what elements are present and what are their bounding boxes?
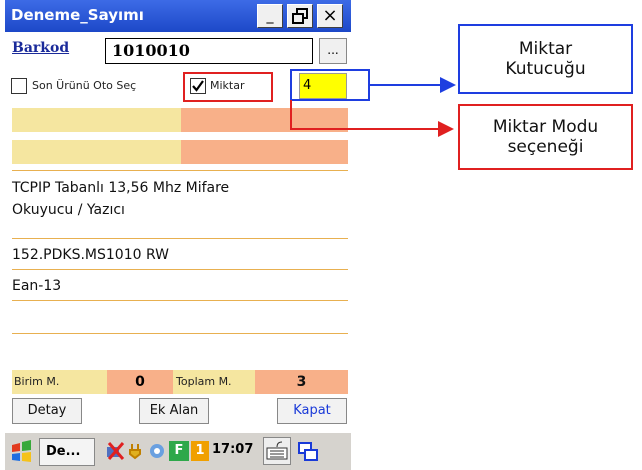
miktar-modu-callout: Miktar Modu seçeneği — [458, 104, 633, 170]
birim-label: Birim M. — [14, 375, 60, 388]
title-bar: Deneme_Sayımı _ × — [5, 0, 351, 32]
network-icon[interactable] — [105, 441, 125, 461]
son-urunu-checkbox[interactable] — [11, 78, 27, 94]
son-urunu-label: Son Ürünü Oto Seç — [32, 79, 137, 92]
task-button[interactable]: De... — [39, 438, 95, 466]
callout-line: Miktar Modu — [492, 117, 599, 137]
blue-arrow-line — [370, 84, 443, 86]
miktar-box-highlight — [290, 69, 370, 101]
callout-line: seçeneği — [507, 137, 584, 157]
birim-cell: Birim M. — [12, 370, 107, 394]
barkod-input[interactable]: 1010010 — [105, 38, 313, 64]
product-code: 152.PDKS.MS1010 RW — [12, 247, 169, 263]
info-cell-1 — [12, 108, 181, 132]
info-cell-3 — [12, 140, 181, 164]
blue-arrow-head-icon — [440, 77, 456, 93]
info-cell-4 — [181, 140, 348, 164]
miktar-mode-highlight — [183, 72, 273, 102]
divider — [12, 333, 348, 334]
barcode-type: Ean-13 — [12, 278, 62, 294]
barkod-link[interactable]: Barkod — [12, 40, 69, 56]
callout-line: Miktar — [518, 39, 573, 59]
divider — [12, 269, 348, 270]
red-arrow-line — [290, 128, 440, 130]
product-name: TCPIP Tabanlı 13,56 Mhz Mifare Okuyucu /… — [12, 180, 230, 218]
restore-icon — [292, 8, 308, 24]
detay-button[interactable]: Detay — [12, 398, 82, 424]
ek-alan-button[interactable]: Ek Alan — [139, 398, 209, 424]
restore-button[interactable] — [287, 4, 313, 28]
toplam-cell: Toplam M. — [173, 370, 255, 394]
callout-line: Kutucuğu — [505, 59, 586, 79]
clock[interactable]: 17:07 — [212, 442, 253, 457]
birim-value: 0 — [107, 370, 173, 394]
divider — [12, 170, 348, 171]
miktar-kutucugu-callout: Miktar Kutucuğu — [458, 24, 633, 94]
one-badge-icon[interactable]: 1 — [191, 441, 209, 461]
toplam-value: 3 — [255, 370, 348, 394]
red-arrow-head-icon — [438, 121, 454, 137]
keyboard-icon[interactable] — [263, 437, 291, 465]
window-title: Deneme_Sayımı — [11, 6, 144, 24]
taskbar: De... F 1 17:07 — [5, 432, 351, 470]
browse-button[interactable]: ... — [319, 38, 347, 64]
windows-flag-icon[interactable] — [9, 439, 35, 465]
plug-icon[interactable] — [127, 441, 147, 461]
close-button[interactable]: × — [317, 4, 343, 28]
f-badge-icon[interactable]: F — [169, 441, 189, 461]
red-arrow-vertical — [290, 100, 292, 130]
divider — [12, 238, 348, 239]
sync-icon[interactable] — [147, 441, 167, 461]
minimize-button[interactable]: _ — [257, 4, 283, 28]
divider — [12, 300, 348, 301]
toplam-label: Toplam M. — [176, 375, 232, 388]
kapat-button[interactable]: Kapat — [277, 398, 347, 424]
window-switch-icon[interactable] — [297, 441, 319, 463]
